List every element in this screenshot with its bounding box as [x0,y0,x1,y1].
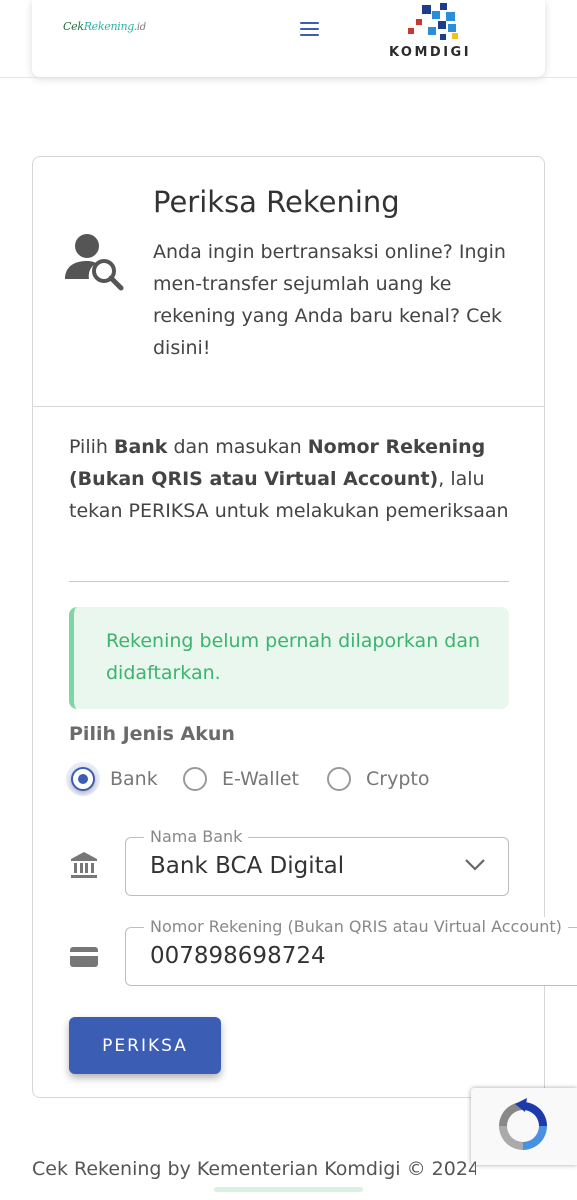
bank-select[interactable]: Nama Bank Bank BCA Digital [125,827,509,896]
cekrekening-logo[interactable]: CekRekening.id [63,20,146,33]
bank-select-label: Nama Bank [144,827,249,846]
hamburger-menu-icon[interactable] [298,19,320,39]
result-alert: Rekening belum pernah dilaporkan dan did… [69,607,509,709]
komdigi-logo[interactable]: KOMDIGI [384,0,476,66]
chevron-down-icon[interactable] [464,858,486,872]
radio-crypto-indicator[interactable] [327,767,351,791]
instructions-text: Pilih Bank dan masukan Nomor Rekening (B… [69,436,509,522]
header-divider [0,77,577,78]
account-number-value[interactable]: 007898698724 [150,943,326,969]
radio-crypto[interactable]: Crypto [327,764,429,794]
bank-select-value: Bank BCA Digital [150,853,345,879]
footer-accent-bar [214,1187,363,1192]
recaptcha-badge[interactable] [471,1088,577,1165]
instructions-divider [69,581,509,582]
radio-bank[interactable]: Bank [71,764,158,794]
account-type-radio-group: Bank E-Wallet Crypto [69,764,509,794]
bank-icon [71,852,97,878]
user-search-icon [65,234,124,291]
komdigi-emblem-icon [408,3,458,40]
card-description: Anda ingin bertransaksi online? Ingin me… [153,241,506,359]
top-navbar: CekRekening.id KOMDIGI [32,0,545,77]
account-number-label: Nomor Rekening (Bukan QRIS atau Virtual … [144,917,568,936]
account-number-field[interactable]: Nomor Rekening (Bukan QRIS atau Virtual … [125,917,577,986]
recaptcha-icon [499,1098,547,1150]
card-divider [33,406,544,407]
radio-ewallet-indicator[interactable] [183,767,207,791]
periksa-button[interactable]: PERIKSA [69,1017,221,1074]
account-type-label: Pilih Jenis Akun [69,723,235,745]
page-title: Periksa Rekening [153,185,400,219]
radio-bank-indicator[interactable] [71,767,95,791]
radio-ewallet[interactable]: E-Wallet [183,764,299,794]
footer-text: Cek Rekening by Kementerian Komdigi © 20… [32,1158,476,1180]
check-account-card: Periksa Rekening Anda ingin bertransaksi… [32,156,577,1098]
alert-message: Rekening belum pernah dilaporkan dan did… [106,630,481,684]
credit-card-icon [70,947,98,967]
